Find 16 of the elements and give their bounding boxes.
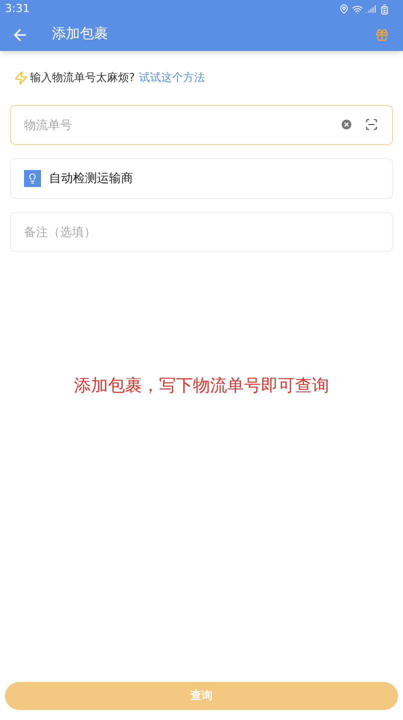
lightning-icon bbox=[14, 71, 28, 86]
battery-icon bbox=[379, 4, 390, 14]
scan-icon[interactable] bbox=[365, 118, 378, 130]
location-icon bbox=[339, 4, 349, 14]
carrier-selector[interactable]: 自动检测运输商 bbox=[10, 158, 393, 198]
clear-icon[interactable] bbox=[340, 118, 353, 130]
tracking-number-field[interactable]: 物流单号 bbox=[10, 104, 393, 144]
note-field[interactable]: 备注（选填） bbox=[10, 212, 393, 252]
caption-text: 添加包裹，写下物流单号即可查询 bbox=[74, 374, 329, 398]
hint-text: 输入物流单号太麻烦? bbox=[30, 70, 135, 86]
signal-icon bbox=[366, 4, 376, 14]
lightbulb-icon bbox=[27, 172, 38, 184]
page-title: 添加包裹 bbox=[52, 25, 108, 44]
status-time: 3:31 bbox=[5, 0, 30, 17]
wifi-icon bbox=[352, 4, 363, 14]
hint-link[interactable]: 试试这个方法 bbox=[138, 70, 205, 86]
